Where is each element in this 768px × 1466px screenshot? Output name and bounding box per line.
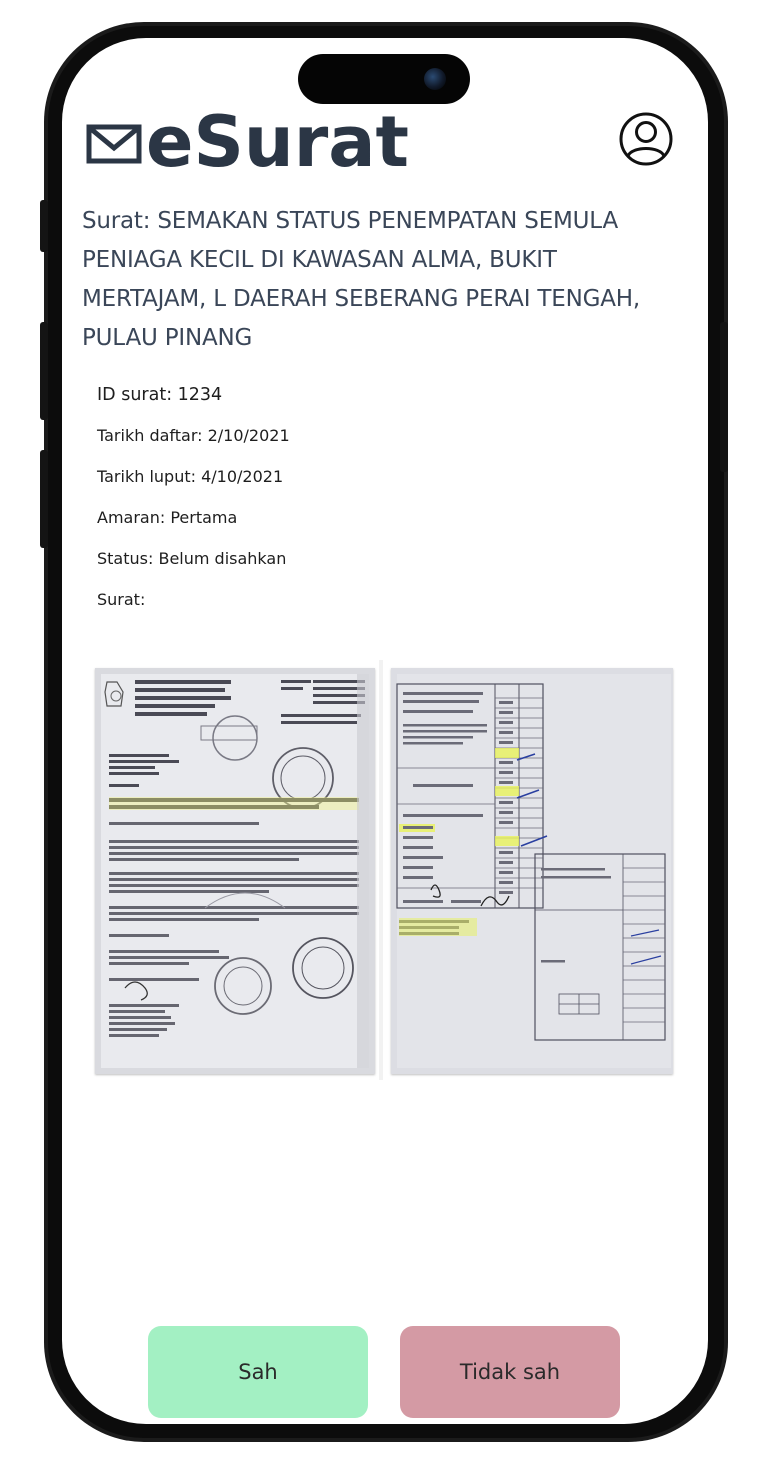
user-profile-icon[interactable] [618, 111, 674, 167]
letter-status: Status: Belum disahkan [97, 549, 287, 568]
letter-scan-page-2 [391, 668, 673, 1074]
letter-scan-illustration-2 [396, 674, 671, 1068]
envelope-icon [86, 124, 142, 164]
letter-scan-illustration-1 [101, 674, 369, 1068]
volume-down-button [40, 450, 48, 548]
warning-level: Amaran: Pertama [97, 508, 238, 527]
letter-attachment-images [95, 660, 675, 1080]
volume-up-button [40, 322, 48, 420]
approve-button[interactable]: Sah [148, 1326, 368, 1418]
power-button [720, 322, 728, 472]
letter-title: Surat: SEMAKAN STATUS PENEMPATAN SEMULA … [82, 208, 640, 351]
letter-id: ID surat: 1234 [97, 385, 223, 405]
phone-screen: eSurat Surat: SEMAKAN STATUS PENEMPATAN … [62, 38, 708, 1424]
letter-details: ID surat: 1234 Tarikh daftar: 2/10/2021 … [97, 376, 657, 622]
reject-button[interactable]: Tidak sah [400, 1326, 620, 1418]
expiry-date: Tarikh luput: 4/10/2021 [97, 467, 284, 486]
app-title: eSurat [146, 101, 409, 183]
registered-date: Tarikh daftar: 2/10/2021 [97, 426, 290, 445]
dynamic-island [298, 54, 470, 104]
attachment-label: Surat: [97, 590, 146, 609]
image-divider [379, 660, 383, 1080]
letter-scan-page-1 [95, 668, 375, 1074]
camera-icon [424, 68, 446, 90]
silent-switch [40, 200, 48, 252]
